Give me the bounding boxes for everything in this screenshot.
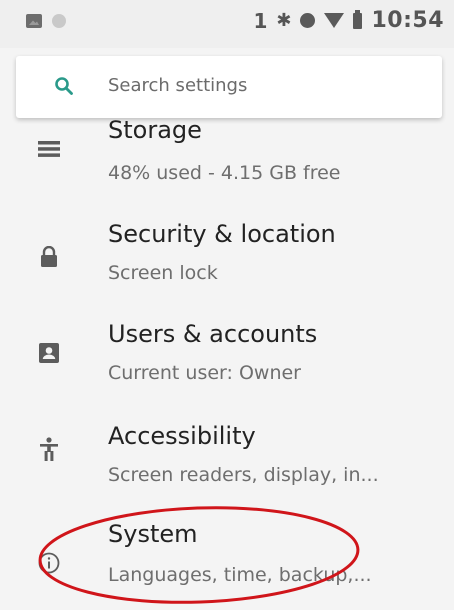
settings-item-subtitle: Screen lock [108, 262, 218, 284]
data-saver-icon [300, 13, 316, 28]
status-bar-left [26, 14, 66, 28]
settings-item-storage[interactable]: Storage 48% used - 4.15 GB free [0, 108, 454, 198]
storage-icon [36, 136, 62, 162]
wifi-icon [324, 13, 345, 28]
settings-screen: 1 ✱ 10:54 Search settings Storage 48% us… [0, 0, 454, 610]
settings-item-title: System [108, 520, 198, 548]
search-input[interactable]: Search settings [108, 75, 247, 96]
status-time: 10:54 [371, 8, 444, 33]
settings-item-subtitle: Languages, time, backup,... [108, 564, 372, 586]
search-bar[interactable]: Search settings [16, 56, 442, 118]
notification-count: 1 [253, 8, 268, 33]
info-icon [36, 550, 62, 576]
settings-item-title: Security & location [108, 220, 336, 248]
settings-item-title: Users & accounts [108, 320, 318, 348]
settings-item-subtitle: 48% used - 4.15 GB free [108, 162, 341, 184]
dot-icon [52, 14, 66, 28]
status-bar-right: 1 ✱ 10:54 [253, 8, 444, 33]
accessibility-icon [36, 436, 62, 462]
lock-icon [36, 244, 62, 270]
image-icon [26, 14, 42, 28]
settings-item-subtitle: Screen readers, display, in... [108, 464, 379, 486]
account-box-icon [36, 340, 62, 366]
battery-icon [353, 9, 363, 29]
status-bar: 1 ✱ 10:54 [0, 0, 454, 48]
settings-item-title: Storage [108, 116, 202, 144]
settings-item-subtitle: Current user: Owner [108, 362, 301, 384]
bluetooth-icon: ✱ [276, 10, 292, 31]
settings-item-title: Accessibility [108, 422, 256, 450]
settings-item-accessibility[interactable]: Accessibility Screen readers, display, i… [0, 408, 454, 498]
settings-item-system[interactable]: System Languages, time, backup,... [0, 508, 454, 598]
search-icon[interactable] [54, 76, 74, 96]
settings-item-security[interactable]: Security & location Screen lock [0, 210, 454, 300]
settings-item-users[interactable]: Users & accounts Current user: Owner [0, 306, 454, 396]
